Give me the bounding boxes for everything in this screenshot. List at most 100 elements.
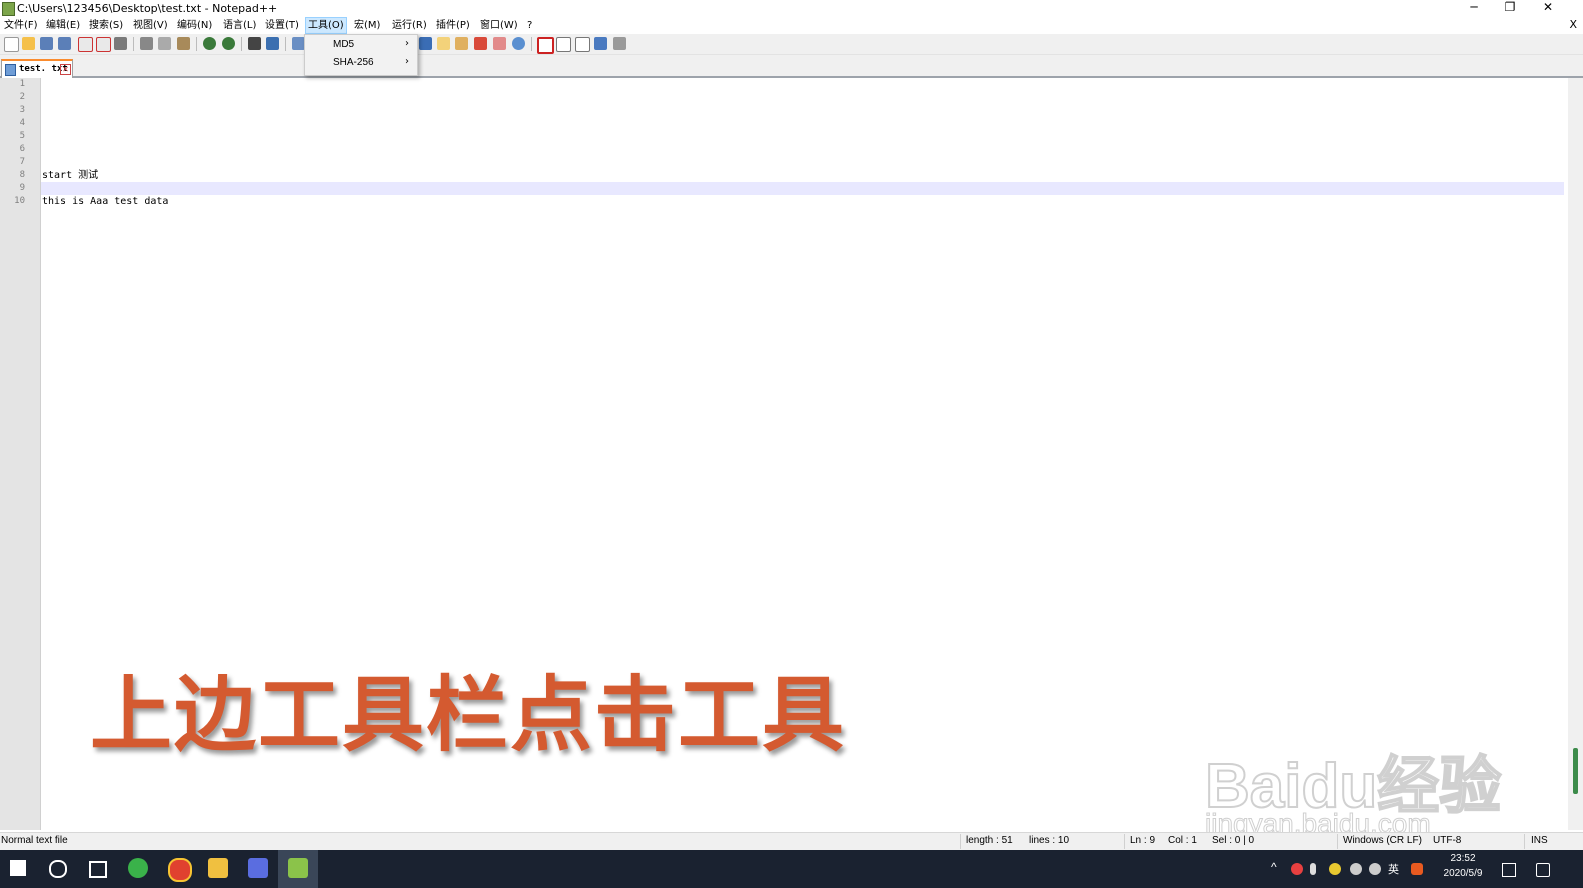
save-icon[interactable]	[40, 37, 53, 50]
windows-taskbar: ^ 英 23:52 2020/5/9	[0, 850, 1583, 888]
minimize-button[interactable]: ─	[1456, 0, 1492, 17]
save-all-icon[interactable]	[58, 37, 71, 50]
submenu-arrow-icon: ›	[405, 38, 409, 49]
tab-close-icon[interactable]: ✕	[60, 64, 71, 75]
paste-icon[interactable]	[177, 37, 190, 50]
record-macro-icon[interactable]	[537, 37, 554, 54]
new-file-icon[interactable]	[4, 37, 19, 52]
submenu-arrow-icon: ›	[405, 56, 409, 67]
menu-encoding[interactable]: 编码(N)	[175, 18, 214, 33]
status-col: Col : 1	[1168, 835, 1197, 846]
close-file-icon[interactable]	[78, 37, 93, 52]
copy-icon[interactable]	[158, 37, 171, 50]
redo-icon[interactable]	[222, 37, 235, 50]
open-file-icon[interactable]	[22, 37, 35, 50]
find-icon[interactable]	[248, 37, 261, 50]
microphone-icon[interactable]	[1310, 863, 1316, 875]
toolbar-separator	[196, 37, 197, 51]
menu-tools[interactable]: 工具(O)	[305, 17, 347, 34]
qq-icon[interactable]	[1291, 863, 1303, 875]
code-line[interactable]: this is Aaa test data	[42, 195, 168, 208]
status-insert-mode: INS	[1531, 835, 1548, 846]
menu-plugins[interactable]: 插件(P)	[434, 18, 472, 33]
play-macro-icon[interactable]	[575, 37, 590, 52]
tray-chevron-icon[interactable]: ^	[1271, 860, 1277, 874]
volume-icon[interactable]	[1369, 863, 1381, 875]
line-number: 8	[19, 170, 25, 180]
browser-360-icon[interactable]	[128, 858, 148, 878]
undo-icon[interactable]	[203, 37, 216, 50]
doc-map-icon[interactable]	[437, 37, 450, 50]
code-line[interactable]: start 测试	[42, 169, 98, 182]
chrome-icon[interactable]	[168, 858, 192, 882]
vertical-scrollbar[interactable]	[1568, 78, 1583, 830]
cut-icon[interactable]	[140, 37, 153, 50]
menu-file[interactable]: 文件(F)	[2, 18, 40, 33]
window-title: C:\Users\123456\Desktop\test.txt - Notep…	[17, 2, 278, 15]
current-line-highlight	[41, 182, 1564, 195]
security-icon[interactable]	[1329, 863, 1341, 875]
status-lines: lines : 10	[1029, 835, 1070, 846]
menu-item-sha256[interactable]: SHA-256 ›	[305, 54, 417, 72]
notification-center-icon[interactable]	[1536, 863, 1550, 877]
menu-window[interactable]: 窗口(W)	[478, 18, 520, 33]
file-saved-icon	[5, 64, 16, 76]
sogou-input-icon[interactable]	[1411, 863, 1423, 875]
status-separator	[1337, 834, 1338, 849]
toolbar-separator	[531, 37, 532, 51]
print-icon[interactable]	[114, 37, 127, 50]
menu-edit[interactable]: 编辑(E)	[44, 18, 82, 33]
status-separator	[1124, 834, 1125, 849]
menu-help[interactable]: ?	[525, 18, 534, 33]
menu-settings[interactable]: 设置(T)	[263, 18, 301, 33]
line-number: 6	[19, 144, 25, 154]
status-separator	[1524, 834, 1525, 849]
ime-indicator[interactable]: 英	[1388, 861, 1399, 877]
line-number-gutter: 1 2 3 4 5 6 7 8 9 10	[0, 78, 41, 830]
line-number: 2	[19, 92, 25, 102]
line-number: 1	[19, 79, 25, 89]
line-number: 3	[19, 105, 25, 115]
notes-icon[interactable]	[1502, 863, 1516, 877]
close-all-icon[interactable]	[96, 37, 111, 52]
status-sel: Sel : 0 | 0	[1212, 835, 1255, 846]
restore-button[interactable]: ❐	[1492, 0, 1528, 17]
menu-item-label: SHA-256	[333, 57, 374, 68]
search-icon[interactable]	[49, 860, 67, 878]
toolbar	[0, 34, 1583, 55]
menu-bar: 文件(F) 编辑(E) 搜索(S) 视图(V) 编码(N) 语言(L) 设置(T…	[0, 17, 1583, 34]
status-separator	[960, 834, 961, 849]
line-number: 9	[19, 183, 25, 193]
close-button[interactable]: ✕	[1530, 0, 1566, 17]
menu-search[interactable]: 搜索(S)	[87, 18, 125, 33]
menu-language[interactable]: 语言(L)	[221, 18, 258, 33]
wifi-icon[interactable]	[1350, 863, 1362, 875]
monitoring-icon[interactable]	[493, 37, 506, 50]
tab-test-txt[interactable]: test. txt ✕	[1, 59, 73, 78]
clock-date[interactable]: 2020/5/9	[1438, 868, 1488, 879]
file-explorer-icon[interactable]	[208, 858, 228, 878]
app-icon[interactable]	[248, 858, 268, 878]
stop-macro-icon[interactable]	[556, 37, 571, 52]
scrollbar-thumb[interactable]	[1573, 748, 1578, 794]
eye-icon[interactable]	[512, 37, 525, 50]
replace-icon[interactable]	[266, 37, 279, 50]
menu-view[interactable]: 视图(V)	[131, 18, 170, 33]
status-file-type: Normal text file	[1, 835, 68, 846]
tools-dropdown-menu: MD5 › SHA-256 ›	[304, 34, 418, 76]
clock-time[interactable]: 23:52	[1438, 853, 1488, 864]
start-icon[interactable]	[10, 860, 26, 876]
folder-workspace-icon[interactable]	[474, 37, 487, 50]
function-list-icon[interactable]	[455, 37, 468, 50]
line-number: 10	[14, 196, 25, 206]
save-macro-icon[interactable]	[613, 37, 626, 50]
menu-macro[interactable]: 宏(M)	[352, 18, 382, 33]
indent-guide-icon[interactable]	[419, 37, 432, 50]
menu-run[interactable]: 运行(R)	[390, 18, 429, 33]
close-document-button[interactable]: X	[1569, 18, 1577, 31]
menu-item-md5[interactable]: MD5 ›	[305, 36, 417, 54]
toolbar-separator	[285, 37, 286, 51]
notepadpp-icon[interactable]	[288, 858, 308, 878]
task-view-icon[interactable]	[89, 861, 107, 878]
run-macro-multiple-icon[interactable]	[594, 37, 607, 50]
